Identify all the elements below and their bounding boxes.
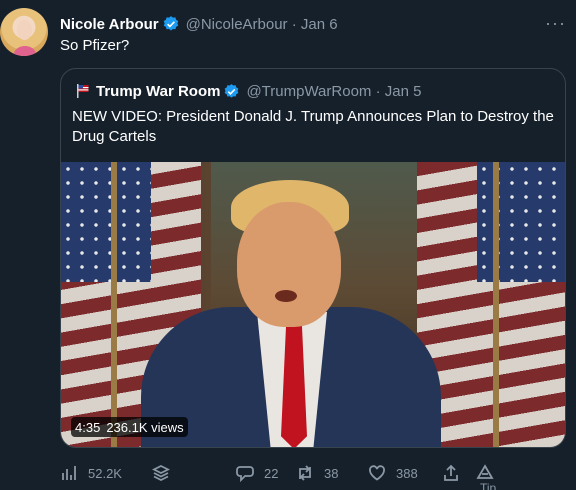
stack-button[interactable] bbox=[152, 462, 180, 484]
analytics-bars-icon bbox=[62, 466, 76, 480]
quoted-author-name: Trump War Room bbox=[96, 82, 221, 100]
flag-pole bbox=[111, 162, 117, 447]
avatar[interactable] bbox=[0, 8, 48, 56]
tweet-text: So Pfizer? bbox=[60, 37, 130, 54]
heart-icon bbox=[369, 465, 385, 481]
author-handle-date[interactable]: @NicoleArbour · Jan 6 bbox=[186, 16, 338, 33]
video-player[interactable]: 4:35 236.1K views bbox=[61, 162, 565, 447]
video-duration: 4:35 bbox=[75, 419, 101, 435]
verified-badge-icon bbox=[163, 16, 178, 31]
flag-logo-icon bbox=[77, 84, 89, 98]
quoted-avatar[interactable] bbox=[72, 81, 92, 101]
tip-icon bbox=[476, 464, 494, 479]
quoted-tweet-text: NEW VIDEO: President Donald J. Trump Ann… bbox=[72, 108, 554, 145]
tweet-actions: 52.2K 22 38 388 Tip bbox=[60, 462, 570, 490]
likes-count: 388 bbox=[396, 465, 418, 481]
flag-pole bbox=[493, 162, 499, 447]
share-icon bbox=[444, 464, 458, 481]
retweet-icon bbox=[299, 465, 311, 481]
video-subject-mouth bbox=[275, 290, 297, 302]
quoted-tweet[interactable]: Trump War Room @TrumpWarRoom · Jan 5 NEW… bbox=[60, 68, 566, 448]
retweets-count: 38 bbox=[324, 465, 339, 481]
retweet-button[interactable]: 38 bbox=[296, 462, 338, 484]
video-view-count: 236.1K views bbox=[106, 419, 184, 435]
more-options-icon[interactable]: ··· bbox=[545, 13, 566, 34]
share-button[interactable] bbox=[442, 462, 470, 484]
quoted-tweet-header: Trump War Room @TrumpWarRoom · Jan 5 bbox=[72, 81, 421, 101]
analytics-button[interactable]: 52.2K bbox=[60, 462, 122, 484]
reply-button[interactable]: 22 bbox=[236, 462, 278, 484]
views-count: 52.2K bbox=[88, 465, 122, 481]
verified-badge-icon bbox=[225, 83, 239, 98]
stack-layers-icon bbox=[152, 464, 170, 482]
like-button[interactable]: 388 bbox=[368, 462, 418, 484]
replies-count: 22 bbox=[264, 465, 279, 481]
author-name[interactable]: Nicole Arbour bbox=[60, 16, 159, 33]
tip-label[interactable]: Tip bbox=[480, 481, 496, 490]
tweet-header: Nicole Arbour @NicoleArbour · Jan 6 ··· bbox=[60, 13, 576, 35]
video-info-badge: 4:35 236.1K views bbox=[71, 417, 188, 437]
quoted-author-handle-date: @TrumpWarRoom · Jan 5 bbox=[246, 82, 422, 100]
video-subject-head bbox=[237, 202, 341, 327]
reply-bubble-icon bbox=[236, 466, 254, 482]
